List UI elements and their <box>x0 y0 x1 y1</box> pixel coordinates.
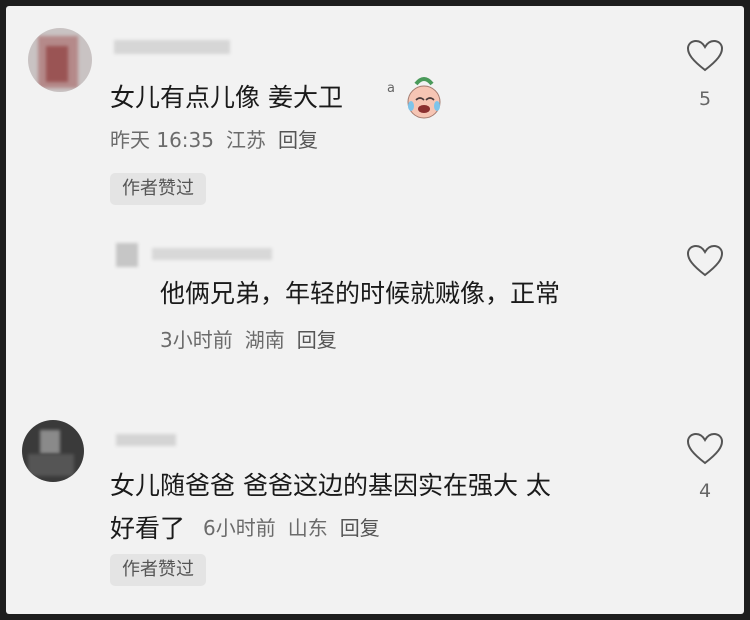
reply-button[interactable]: 回复 <box>297 328 337 352</box>
avatar-small[interactable] <box>116 243 138 267</box>
username-obscured[interactable] <box>116 434 176 446</box>
like-count: 5 <box>698 88 712 110</box>
comment-time: 6小时前 <box>202 516 276 540</box>
author-liked-badge: 作者赞过 <box>110 554 206 586</box>
comment-location: 江苏 <box>226 128 266 152</box>
avatar[interactable] <box>28 28 92 92</box>
reply-time: 3小时前 <box>160 328 233 352</box>
avatar[interactable] <box>22 420 84 482</box>
like-count: 4 <box>698 480 712 502</box>
reply-meta: 3小时前 湖南 回复 <box>160 326 349 354</box>
comment-text-line2: 好看了 <box>110 514 186 543</box>
comment-location: 山东 <box>287 516 328 540</box>
username-obscured[interactable] <box>152 248 272 260</box>
reply-location: 湖南 <box>244 328 285 352</box>
laughing-cry-face-icon: a <box>387 77 441 119</box>
comment-text-line1: 女儿随爸爸 爸爸这边的基因实在强大 太 <box>110 471 551 500</box>
reply-button[interactable]: 回复 <box>340 516 380 540</box>
reply-button[interactable]: 回复 <box>278 128 318 152</box>
comment-text-content: 女儿有点儿像 姜大卫 <box>110 83 343 112</box>
like-heart-icon[interactable] <box>686 432 724 466</box>
comment-time: 昨天 16:35 <box>110 128 214 152</box>
comment-meta: 6小时前 山东 回复 <box>203 516 392 540</box>
author-liked-badge: 作者赞过 <box>110 173 206 205</box>
comment-text: 女儿随爸爸 爸爸这边的基因实在强大 太 好看了 6小时前 山东 回复 <box>110 464 670 550</box>
comment-meta: 昨天 16:35 江苏 回复 <box>110 126 330 154</box>
like-heart-icon[interactable] <box>686 244 724 278</box>
comment-panel: 女儿有点儿像 姜大卫 a 昨天 16:35 江苏 回复 作者赞过 5 他俩兄弟，年轻… <box>6 6 744 614</box>
reply-text: 他俩兄弟，年轻的时候就贼像，正常 <box>160 279 561 308</box>
comment-text-line2-row: 好看了 6小时前 山东 回复 <box>110 507 670 550</box>
comment-text: 女儿有点儿像 姜大卫 <box>110 80 343 116</box>
svg-text:a: a <box>387 81 395 96</box>
username-obscured[interactable] <box>114 40 230 54</box>
like-heart-icon[interactable] <box>686 39 724 73</box>
